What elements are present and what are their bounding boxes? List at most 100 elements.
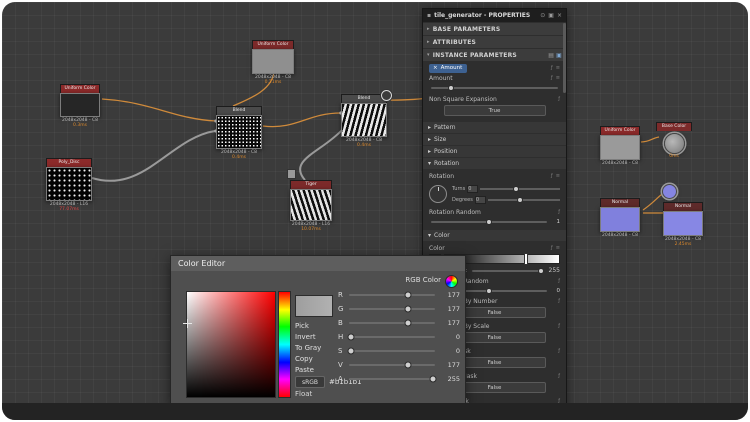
properties-title-bar[interactable]: ▪ tile_generator - PROPERTIES ⊙ ▣ × xyxy=(423,9,566,22)
saturation-slider[interactable] xyxy=(349,350,435,352)
node-blend-2[interactable]: Blend 2048x2048 - C8 0.4ms xyxy=(341,94,387,148)
node-normal-1[interactable]: Normal 2048x2048 - C8 xyxy=(600,198,640,238)
alpha-slider[interactable] xyxy=(349,378,435,380)
grid-icon[interactable]: ▣ xyxy=(556,52,562,59)
saturation-value-field[interactable] xyxy=(186,291,276,398)
node-uniform-color-1[interactable]: Uniform Color 2048x2048 - C8 0.3ms xyxy=(60,84,100,128)
node-graph-canvas[interactable]: Uniform Color 2048x2048 - C8 0.3ms Unifo… xyxy=(2,2,748,420)
function-icon[interactable]: ƒ xyxy=(558,373,560,379)
status-bar xyxy=(2,403,748,420)
amount-exposed-row: × Amount ƒ ≡ xyxy=(429,63,560,73)
rotation-dial[interactable] xyxy=(429,185,447,203)
gradient-marker[interactable] xyxy=(524,253,528,265)
scrollbar[interactable] xyxy=(563,23,566,93)
section-base-parameters[interactable]: ▸ BASE PARAMETERS xyxy=(423,23,566,35)
invert-button[interactable]: Invert xyxy=(295,332,335,343)
function-icon[interactable]: ƒ xyxy=(551,173,553,179)
color-wheel-icon[interactable] xyxy=(445,275,458,288)
node-output-normal[interactable] xyxy=(658,184,680,199)
amount-slider[interactable] xyxy=(431,87,558,89)
chevron-right-icon: ▸ xyxy=(428,124,431,131)
slider-knob[interactable] xyxy=(448,85,454,91)
node-thumbnail xyxy=(290,189,332,221)
to-gray-button[interactable]: To Gray xyxy=(295,343,335,354)
function-icon[interactable]: ƒ xyxy=(551,75,553,81)
red-slider[interactable] xyxy=(349,294,435,296)
degrees-input[interactable]: 0 xyxy=(475,196,486,204)
color-editor-title-bar[interactable]: Color Editor xyxy=(171,256,465,271)
color-mode-label[interactable]: RGB Color xyxy=(405,276,441,284)
subsection-size[interactable]: ▸ Size xyxy=(423,134,566,145)
slider-knob[interactable] xyxy=(538,268,544,274)
node-thumbnail xyxy=(60,93,100,117)
slider-knob[interactable] xyxy=(347,348,354,355)
slider-knob[interactable] xyxy=(405,362,412,369)
properties-title: tile_generator - PROPERTIES xyxy=(434,12,537,19)
menu-icon[interactable]: ≡ xyxy=(556,65,560,71)
function-icon[interactable]: ƒ xyxy=(558,209,560,215)
function-icon[interactable]: ƒ xyxy=(558,96,560,102)
menu-icon[interactable]: ≡ xyxy=(556,245,560,251)
slider-knob[interactable] xyxy=(486,219,492,225)
output-toggle-icon[interactable] xyxy=(381,90,392,101)
menu-icon[interactable]: ≡ xyxy=(556,75,560,81)
dock-icon[interactable]: ▣ xyxy=(548,13,554,19)
blue-slider[interactable] xyxy=(349,322,435,324)
value-slider[interactable] xyxy=(349,364,435,366)
pick-button[interactable]: Pick xyxy=(295,321,335,332)
node-thumbnail xyxy=(662,184,677,199)
function-icon[interactable]: ƒ xyxy=(558,323,560,329)
subsection-pattern[interactable]: ▸ Pattern xyxy=(423,122,566,133)
green-slider[interactable] xyxy=(349,308,435,310)
slider-knob[interactable] xyxy=(405,306,412,313)
srgb-button[interactable]: sRGB xyxy=(295,376,325,388)
panel-icon: ▪ xyxy=(427,13,431,19)
color-value-slider[interactable] xyxy=(472,270,544,272)
hue-slider[interactable] xyxy=(349,336,435,338)
slider-knob[interactable] xyxy=(517,197,523,203)
subsection-position[interactable]: ▸ Position xyxy=(423,146,566,157)
subsection-color[interactable]: ▾ Color xyxy=(423,230,566,241)
node-uniform-color-4[interactable]: Uniform Color 2048x2048 - C8 xyxy=(600,126,640,166)
slider-knob[interactable] xyxy=(405,292,412,299)
turns-slider[interactable] xyxy=(480,188,560,190)
function-icon[interactable]: ƒ xyxy=(558,298,560,304)
node-thumbnail xyxy=(600,135,640,160)
paste-button[interactable]: Paste xyxy=(295,365,335,376)
slider-knob[interactable] xyxy=(430,376,437,383)
non-square-expansion-toggle[interactable]: True xyxy=(444,105,546,116)
slider-knob[interactable] xyxy=(486,288,492,294)
pin-icon[interactable]: ⊙ xyxy=(540,13,545,19)
copy-button[interactable]: Copy xyxy=(295,354,335,365)
color-picker-crosshair[interactable] xyxy=(183,319,192,328)
degrees-slider[interactable] xyxy=(488,199,560,201)
slider-knob[interactable] xyxy=(405,320,412,327)
amount-pill[interactable]: × Amount xyxy=(429,64,467,73)
slider-knob[interactable] xyxy=(513,186,519,192)
saturation-slider-row: S 0 xyxy=(338,346,460,356)
chevron-right-icon: ▸ xyxy=(427,39,430,45)
hue-strip[interactable] xyxy=(278,291,291,398)
function-icon[interactable]: ƒ xyxy=(558,348,560,354)
note-icon[interactable] xyxy=(287,169,296,179)
function-icon[interactable]: ƒ xyxy=(551,65,553,71)
menu-icon[interactable]: ≡ xyxy=(556,173,560,179)
float-label[interactable]: Float xyxy=(295,390,312,398)
node-normal-2[interactable]: Normal 2048x2048 - C8 2.45ms xyxy=(663,202,703,247)
rotation-random-slider[interactable] xyxy=(431,221,547,223)
close-icon[interactable]: × xyxy=(557,13,562,19)
node-output-basecolor[interactable]: Base Color 0ms xyxy=(656,122,692,159)
turns-input[interactable]: 0 xyxy=(467,185,478,193)
node-uniform-color-2[interactable]: Uniform Color 2048x2048 - C8 0.21ms xyxy=(252,40,294,85)
node-poly-disc[interactable]: Poly_Disc 2048x2048 - L16 77.07ms xyxy=(46,158,92,212)
section-attributes[interactable]: ▸ ATTRIBUTES xyxy=(423,36,566,48)
function-icon[interactable]: ƒ xyxy=(551,245,553,251)
slider-knob[interactable] xyxy=(347,334,354,341)
function-icon[interactable]: ƒ xyxy=(558,278,560,284)
node-tiger[interactable]: Tiger 2048x2048 - L16 10.07ms xyxy=(290,180,332,232)
section-instance-parameters[interactable]: ▾ INSTANCE PARAMETERS ▤ ▣ xyxy=(423,49,566,61)
subsection-rotation[interactable]: ▾ Rotation xyxy=(423,158,566,169)
node-blend-1[interactable]: Blend 2048x2048 - C8 0.4ms xyxy=(216,106,262,160)
list-icon[interactable]: ▤ xyxy=(548,52,554,59)
remove-icon[interactable]: × xyxy=(433,65,438,71)
